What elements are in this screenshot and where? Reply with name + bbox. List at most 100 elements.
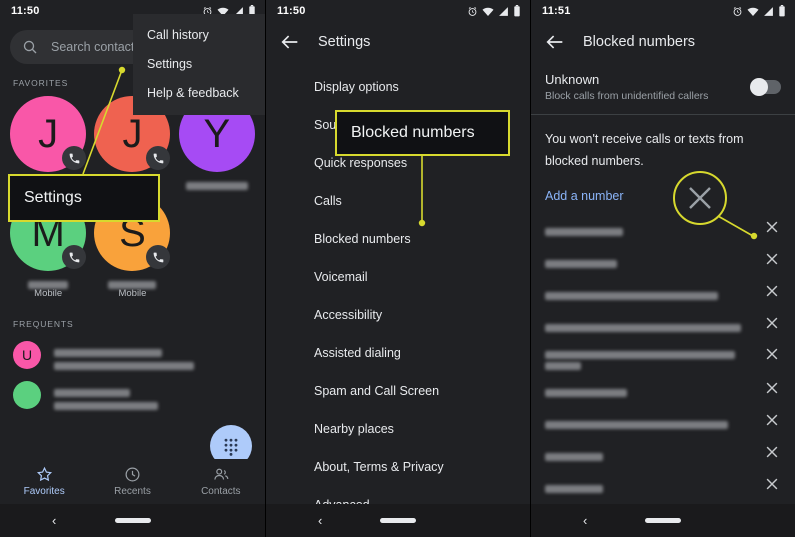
system-nav-bar: ‹ [531,504,795,537]
blocked-number-redacted [545,413,755,429]
avatar-initial: Y [203,111,231,156]
blocked-number-row[interactable] [531,307,795,339]
blocked-number-redacted [545,477,755,493]
bottom-nav-recents[interactable]: Recents [88,459,176,504]
bottom-nav-label: Recents [114,486,151,497]
bottom-nav-contacts[interactable]: Contacts [177,459,265,504]
wifi-icon [747,7,759,16]
status-bar: 11:50 [266,0,530,22]
blocked-number-row[interactable] [531,275,795,307]
back-arrow-icon[interactable] [279,31,301,53]
back-arrow-icon[interactable] [544,31,566,53]
phone-badge-icon [62,245,87,269]
settings-item-nearby-places[interactable]: Nearby places [266,410,530,448]
status-icons [467,5,521,17]
settings-app-bar: Settings [266,22,530,62]
blocked-number-row[interactable] [531,404,795,436]
three-panel-screenshot: 11:50 Search contact FAVORITES J J Y M M… [0,0,795,537]
menu-item-settings[interactable]: Settings [133,49,265,78]
panel-dialer-favorites: 11:50 Search contact FAVORITES J J Y M M… [0,0,265,537]
signal-icon [499,6,508,16]
battery-icon [779,5,785,17]
chevron-left-icon[interactable]: ‹ [583,513,587,528]
menu-item-call-history[interactable]: Call history [133,20,265,49]
status-bar: 11:51 [531,0,795,22]
close-x-icon[interactable] [763,443,781,461]
frequent-contact-row[interactable]: U [0,335,265,375]
home-pill[interactable] [645,518,681,523]
blocked-numbers-app-bar: Blocked numbers [531,22,795,62]
blocked-number-row[interactable] [531,436,795,468]
bottom-nav-label: Contacts [201,486,241,497]
unknown-callers-row[interactable]: Unknown Block calls from unidentified ca… [531,62,795,114]
search-icon [23,40,37,54]
blocked-number-row[interactable] [531,211,795,243]
close-x-icon[interactable] [763,475,781,493]
avatar [13,381,41,409]
blocked-numbers-list [531,211,795,500]
status-time: 11:50 [11,5,40,17]
unknown-title: Unknown [545,72,600,87]
frequent-contact-text [54,385,252,411]
bottom-nav-favorites[interactable]: Favorites [0,459,88,504]
blocked-number-row[interactable] [531,243,795,275]
close-x-icon[interactable] [763,314,781,332]
avatar: J [10,96,87,172]
settings-item-display-options[interactable]: Display options [266,68,530,106]
avatar-initial: U [21,347,33,363]
settings-item-calls[interactable]: Calls [266,182,530,220]
blocked-number-redacted [545,316,755,332]
add-a-number-link[interactable]: Add a number [531,173,795,211]
people-icon [214,468,229,480]
blocked-number-row[interactable] [531,468,795,500]
avatar: U [13,341,41,369]
settings-item-about-terms-privacy[interactable]: About, Terms & Privacy [266,448,530,486]
contact-name-redacted [10,276,86,289]
close-x-icon[interactable] [763,218,781,236]
alarm-icon [733,6,742,16]
close-x-icon[interactable] [763,379,781,397]
signal-icon [764,6,773,16]
annotation-box-blocked-numbers: Blocked numbers [335,110,510,156]
status-time: 11:50 [277,5,306,17]
unknown-subtitle: Block calls from unidentified callers [545,90,709,102]
chevron-left-icon[interactable]: ‹ [318,513,322,528]
unknown-callers-toggle[interactable] [750,78,781,96]
star-icon [36,466,52,482]
contact-label: Mobile [118,288,147,299]
system-nav-bar: ‹ [0,504,265,537]
blocked-number-redacted [545,284,755,300]
home-pill[interactable] [114,518,151,523]
close-x-icon[interactable] [763,282,781,300]
page-title: Settings [318,34,371,50]
contact-name-redacted [94,276,170,289]
settings-item-assisted-dialing[interactable]: Assisted dialing [266,334,530,372]
dialpad-icon [224,438,238,456]
phone-badge-icon [146,245,171,269]
close-x-icon[interactable] [763,250,781,268]
blocked-number-redacted [545,220,755,236]
settings-item-blocked-numbers[interactable]: Blocked numbers [266,220,530,258]
frequent-contact-row[interactable] [0,375,265,415]
blocked-number-redacted [545,381,755,397]
menu-item-help-feedback[interactable]: Help & feedback [133,78,265,107]
status-icons [732,5,786,17]
contact-name-redacted [179,177,255,190]
settings-item-spam-and-call-screen[interactable]: Spam and Call Screen [266,372,530,410]
blocked-number-row[interactable] [531,339,795,372]
close-x-icon[interactable] [763,411,781,429]
overflow-menu: Call history Settings Help & feedback [133,14,265,115]
clock-icon [125,467,140,482]
phone-badge-icon [146,146,171,170]
close-x-icon[interactable] [763,345,781,363]
chevron-left-icon[interactable]: ‹ [52,513,56,528]
home-pill[interactable] [380,518,416,523]
annotation-box-settings: Settings [8,174,160,222]
settings-item-voicemail[interactable]: Voicemail [266,258,530,296]
settings-item-accessibility[interactable]: Accessibility [266,296,530,334]
unknown-callers-text: Unknown Block calls from unidentified ca… [545,72,751,102]
blocked-number-row[interactable] [531,372,795,404]
blocked-number-redacted [545,252,755,268]
favorite-empty-cell [175,193,259,305]
panel-blocked-numbers: 11:51 Blocked numbers Unknown Block call… [530,0,795,537]
